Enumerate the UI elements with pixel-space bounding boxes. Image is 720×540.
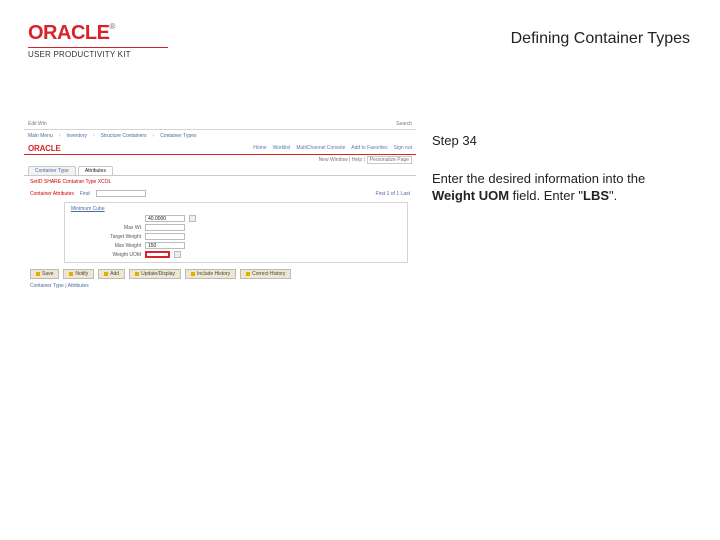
max-wt-short-label: Max Wt — [71, 225, 141, 231]
correct-icon — [246, 272, 250, 276]
app-oracle-logo: ORACLE — [28, 144, 61, 153]
logo-rule — [28, 47, 168, 48]
page-title: Defining Container Types — [511, 30, 690, 48]
attr-header: Container Attributes Find First 1 of 1 L… — [24, 188, 416, 199]
page-tabs: Container Type Attributes — [24, 165, 416, 176]
registered-mark: ® — [109, 22, 115, 31]
notify-button-label: Notify — [75, 271, 88, 277]
sub-links: New Window | Help | Personalize Page — [24, 155, 416, 165]
target-wt-field[interactable] — [145, 233, 185, 240]
add-button-label: Add — [110, 271, 119, 277]
upk-subtitle: USER PRODUCTIVITY KIT — [28, 50, 168, 59]
app-screenshot: Edit Win Search Main Menu› Inventory› St… — [24, 118, 416, 288]
save-icon — [36, 272, 40, 276]
instruction-body: Enter the desired information into the W… — [432, 170, 682, 205]
save-button[interactable]: Save — [30, 269, 59, 279]
upk-logo: ORACLE® USER PRODUCTIVITY KIT — [28, 22, 168, 59]
include-history-button-label: Include History — [197, 271, 230, 277]
correct-history-button[interactable]: Correct History — [240, 269, 291, 279]
crumb-inventory[interactable]: Inventory — [66, 133, 87, 139]
breadcrumb: Main Menu› Inventory› Structure Containe… — [24, 130, 416, 142]
button-row: Save Notify Add Update/Display Include H… — [24, 267, 416, 281]
add-button[interactable]: Add — [98, 269, 125, 279]
tab-container-type[interactable]: Container Type — [28, 166, 76, 175]
attr-nav: First 1 of 1 Last — [376, 191, 410, 197]
window-title-left: Edit Win — [28, 121, 47, 127]
attr-find[interactable]: Find — [80, 191, 90, 197]
entity-header: SetID SHARE Container Type XCOL — [24, 176, 416, 188]
notify-icon — [69, 272, 73, 276]
instr-pre: Enter the desired information into the — [432, 171, 645, 186]
step-number: Step 34 — [432, 132, 682, 150]
correct-history-button-label: Correct History — [252, 271, 285, 277]
instr-field-name: Weight UOM — [432, 188, 509, 203]
crumb-main[interactable]: Main Menu — [28, 133, 53, 139]
form-box-title[interactable]: Minimum Cube — [71, 206, 401, 212]
save-button-label: Save — [42, 271, 53, 277]
tab-attributes[interactable]: Attributes — [78, 166, 113, 175]
weight-uom-lookup-icon[interactable] — [174, 251, 181, 258]
nav-home[interactable]: Home — [253, 145, 266, 151]
notify-button[interactable]: Notify — [63, 269, 94, 279]
crumb-container-types[interactable]: Container Types — [160, 133, 196, 139]
bottom-tab-links[interactable]: Container Type | Attributes — [24, 281, 416, 291]
new-window-link[interactable]: New Window | Help | — [319, 157, 365, 163]
brand-bar: ORACLE Home Worklist MultiChannel Consol… — [24, 142, 416, 154]
update-icon — [135, 272, 139, 276]
instr-post: ". — [609, 188, 617, 203]
add-icon — [104, 272, 108, 276]
max-wt-label: Max Weight — [71, 243, 141, 249]
nav-mcc[interactable]: MultiChannel Console — [296, 145, 345, 151]
oracle-word: ORACLE® — [28, 22, 168, 45]
nav-fav[interactable]: Add to Favorites — [351, 145, 387, 151]
max-wt-field[interactable]: 150 — [145, 242, 185, 249]
weight-uom-field[interactable] — [145, 251, 170, 258]
crumb-structure[interactable]: Structure Containers — [101, 133, 147, 139]
history-icon — [191, 272, 195, 276]
attr-selector[interactable] — [96, 190, 146, 197]
window-title-bar: Edit Win Search — [24, 118, 416, 130]
instr-value: LBS — [583, 188, 609, 203]
update-display-button[interactable]: Update/Display — [129, 269, 181, 279]
window-title-right: Search — [396, 121, 412, 127]
weight-uom-label: Weight UOM — [71, 252, 141, 258]
nav-signout[interactable]: Sign out — [394, 145, 412, 151]
instr-mid: field. Enter " — [509, 188, 583, 203]
update-display-button-label: Update/Display — [141, 271, 175, 277]
target-wt-label: Target Weight — [71, 234, 141, 240]
max-wt-short-field[interactable] — [145, 224, 185, 231]
attr-label: Container Attributes — [30, 191, 74, 197]
min-cube-field[interactable]: 40.0000 — [145, 215, 185, 222]
lookup-icon[interactable] — [189, 215, 196, 222]
form-box: Minimum Cube 40.0000 Max Wt Target Weigh… — [64, 202, 408, 263]
oracle-brand: ORACLE — [28, 22, 109, 44]
nav-worklist[interactable]: Worklist — [273, 145, 291, 151]
instruction-panel: Step 34 Enter the desired information in… — [432, 132, 682, 205]
include-history-button[interactable]: Include History — [185, 269, 236, 279]
personalize-link[interactable]: Personalize Page — [367, 156, 412, 164]
